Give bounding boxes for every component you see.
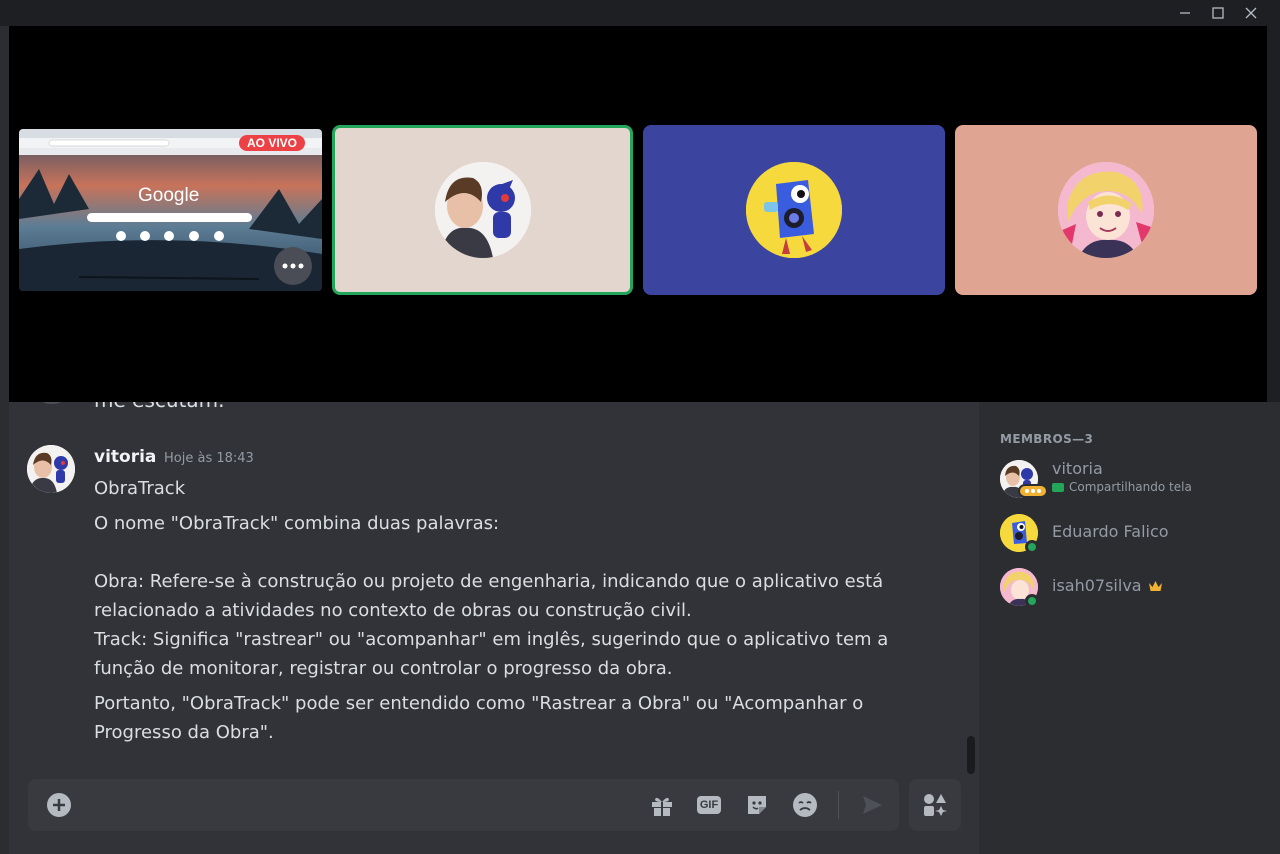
online-status-icon [1025,594,1039,608]
previous-message-text: me escutam. [94,402,224,412]
members-sidebar: MEMBROS—3 vitoria Compartilhando tela Ed… [979,402,1280,854]
screen-share-title: Google [138,185,200,206]
avatar [1058,162,1154,258]
member-name: isah07silva [1052,576,1142,595]
minimize-icon[interactable] [1174,3,1196,23]
members-title: MEMBROS—3 [1000,432,1094,446]
member-status: Compartilhando tela [1052,480,1192,494]
maximize-icon[interactable] [1207,3,1229,23]
gift-icon [652,797,672,816]
message-body: ObraTrack O nome "ObraTrack" combina dua… [94,474,934,747]
more-options-button[interactable] [274,247,312,285]
message-line: Portanto, "ObraTrack" pode ser entendido… [94,693,864,743]
participant-tile-eduardo-falico[interactable] [643,125,945,295]
member-status-text: Compartilhando tela [1069,480,1192,494]
emoji-icon [793,793,817,817]
speaking-indicator [1018,484,1048,498]
member-isah07silva[interactable]: isah07silva [991,562,1261,610]
send-icon [863,796,882,814]
gif-button[interactable]: GIF [695,791,723,819]
avatar [434,162,531,258]
member-name-row: isah07silva [1052,576,1163,595]
message-timestamp: Hoje às 18:43 [164,451,254,466]
member-name: vitoria [1052,459,1103,478]
participant-tile-isah07silva[interactable] [955,125,1257,295]
composer-divider [838,791,839,819]
message-line: Obra: Refere-se à construção ou projeto … [94,571,884,621]
member-vitoria[interactable]: vitoria Compartilhando tela [991,454,1261,502]
apps-icon [924,794,947,816]
previous-message-avatar [37,402,67,404]
screen-share-icon [1052,482,1064,492]
message-line: Track: Significa "rastrear" ou "acompanh… [94,629,889,679]
live-badge: AO VIVO [239,135,306,151]
message-author[interactable]: vitoria [94,447,156,467]
emoji-button[interactable] [791,791,819,819]
left-rail [0,26,9,854]
message-avatar[interactable] [27,445,75,493]
chat-area: me escutam. vitoria Hoje às 18:43 ObraTr… [9,402,979,854]
message-line: ObraTrack [94,478,186,499]
online-status-icon [1025,540,1039,554]
member-eduardo-falico[interactable]: Eduardo Falico [991,508,1261,556]
avatar [746,162,842,258]
member-name: Eduardo Falico [1052,522,1169,541]
sticker-button[interactable] [743,791,771,819]
add-attachment-button[interactable] [45,791,73,819]
gif-label: GIF [696,796,722,814]
close-icon[interactable] [1240,3,1262,23]
apps-button[interactable] [909,779,961,831]
more-horizontal-icon [282,263,304,269]
send-button[interactable] [858,791,886,819]
gift-button[interactable] [648,791,676,819]
scrollbar-thumb[interactable] [967,736,975,774]
voice-stage: Google AO VIVO [9,26,1267,402]
screen-share-tile[interactable]: Google AO VIVO [19,129,322,291]
window-titlebar [0,0,1280,26]
message-composer[interactable]: GIF [28,779,899,831]
sticker-icon [748,796,766,814]
participant-tile-vitoria[interactable] [332,125,633,295]
message-line: O nome "ObraTrack" combina duas palavras… [94,513,500,534]
crown-icon [1148,580,1162,591]
plus-circle-icon [47,793,71,817]
